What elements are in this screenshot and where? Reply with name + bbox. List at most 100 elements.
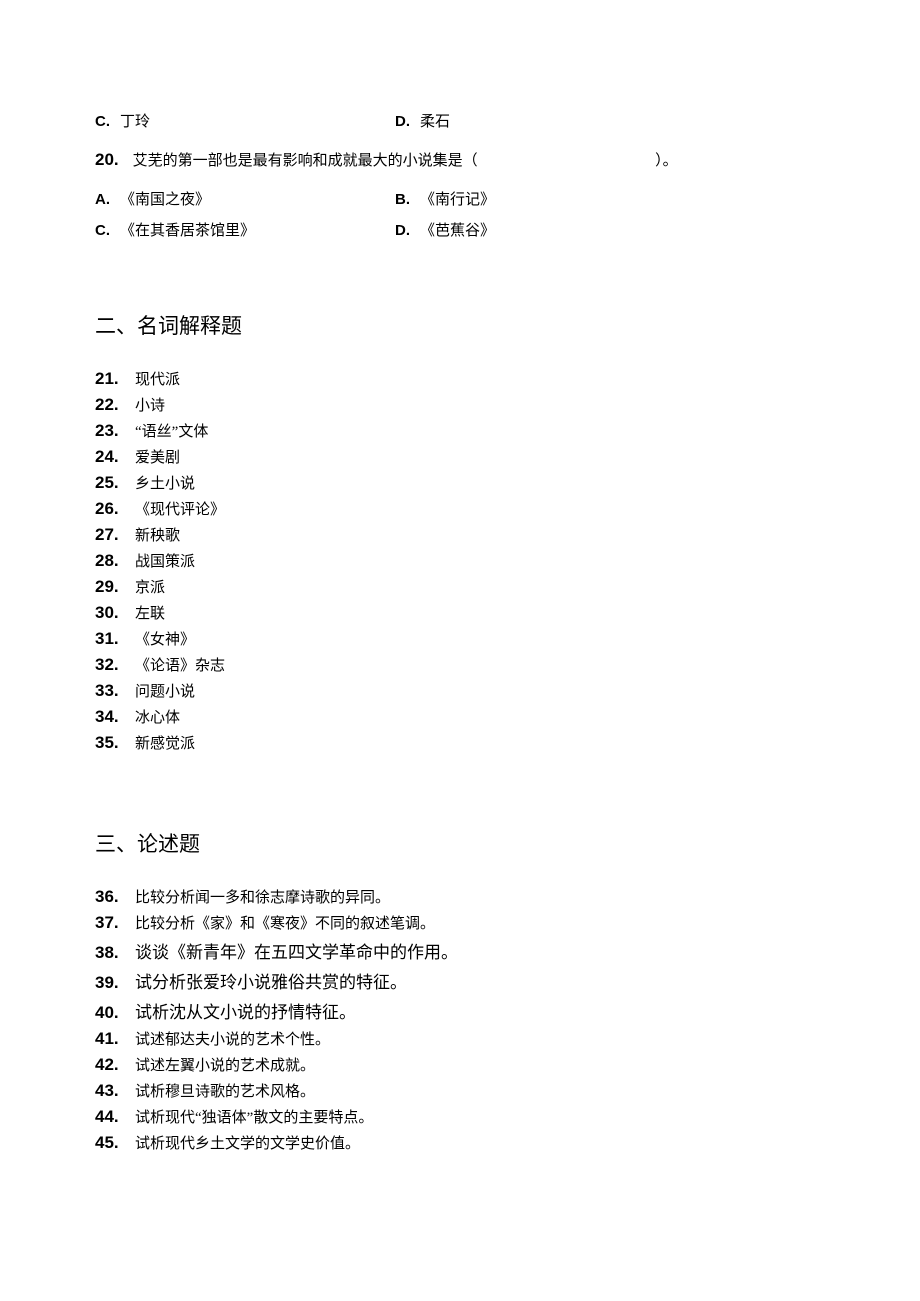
section-3-title: 三、论述题 — [95, 828, 825, 858]
item-number: 32. — [95, 655, 123, 675]
q19-choices-cd: C. 丁玲 D. 柔石 — [95, 110, 825, 131]
item-text: 冰心体 — [135, 706, 180, 727]
list-item: 22. 小诗 — [95, 394, 825, 415]
item-text: 试析现代乡土文学的文学史价值。 — [135, 1132, 360, 1153]
list-item: 27. 新秧歌 — [95, 524, 825, 545]
item-number: 41. — [95, 1029, 123, 1049]
choice-c: C. 丁玲 — [95, 110, 395, 131]
list-item: 33. 问题小说 — [95, 680, 825, 701]
choice-text: 《在其香居茶馆里》 — [120, 219, 255, 240]
list-item: 29. 京派 — [95, 576, 825, 597]
item-text: 《现代评论》 — [135, 498, 225, 519]
q20-choices: A. 《南国之夜》 B. 《南行记》 C. 《在其香居茶馆里》 D. 《芭蕉谷》 — [95, 188, 825, 240]
q20-choices-ab: A. 《南国之夜》 B. 《南行记》 — [95, 188, 825, 209]
item-number: 33. — [95, 681, 123, 701]
item-text: 问题小说 — [135, 680, 195, 701]
item-text: 试析现代“独语体”散文的主要特点。 — [135, 1106, 373, 1127]
choice-letter: D. — [395, 113, 410, 130]
choice-a: A. 《南国之夜》 — [95, 188, 395, 209]
choice-d: D. 柔石 — [395, 110, 450, 131]
section-2-title: 二、名词解释题 — [95, 310, 825, 340]
item-number: 28. — [95, 551, 123, 571]
list-item: 30. 左联 — [95, 602, 825, 623]
item-number: 25. — [95, 473, 123, 493]
item-text: 《女神》 — [135, 628, 195, 649]
list-item: 39. 试分析张爱玲小说雅俗共赏的特征。 — [95, 968, 825, 993]
item-number: 26. — [95, 499, 123, 519]
item-number: 43. — [95, 1081, 123, 1101]
item-text: 京派 — [135, 576, 165, 597]
choice-text: 柔石 — [420, 110, 450, 131]
list-item: 43. 试析穆旦诗歌的艺术风格。 — [95, 1080, 825, 1101]
choice-c: C. 《在其香居茶馆里》 — [95, 219, 395, 240]
item-number: 35. — [95, 733, 123, 753]
question-stem: 艾芜的第一部也是最有影响和成就最大的小说集是（ ）。 — [133, 149, 678, 170]
item-number: 31. — [95, 629, 123, 649]
item-text: 现代派 — [135, 368, 180, 389]
list-item: 24. 爱美剧 — [95, 446, 825, 467]
list-item: 42. 试述左翼小说的艺术成就。 — [95, 1054, 825, 1075]
choice-b: B. 《南行记》 — [395, 188, 495, 209]
item-text: 战国策派 — [135, 550, 195, 571]
item-number: 42. — [95, 1055, 123, 1075]
item-number: 22. — [95, 395, 123, 415]
item-text: 爱美剧 — [135, 446, 180, 467]
list-item: 25. 乡土小说 — [95, 472, 825, 493]
list-item: 44. 试析现代“独语体”散文的主要特点。 — [95, 1106, 825, 1127]
item-number: 38. — [95, 943, 123, 963]
choice-letter: B. — [395, 191, 410, 208]
list-item: 40. 试析沈从文小说的抒情特征。 — [95, 998, 825, 1023]
list-item: 37. 比较分析《家》和《寒夜》不同的叙述笔调。 — [95, 912, 825, 933]
list-item: 45. 试析现代乡土文学的文学史价值。 — [95, 1132, 825, 1153]
list-item: 38. 谈谈《新青年》在五四文学革命中的作用。 — [95, 938, 825, 963]
item-number: 45. — [95, 1133, 123, 1153]
list-item: 32. 《论语》杂志 — [95, 654, 825, 675]
item-text: 试析沈从文小说的抒情特征。 — [135, 998, 356, 1023]
item-number: 37. — [95, 913, 123, 933]
item-number: 30. — [95, 603, 123, 623]
list-item: 26. 《现代评论》 — [95, 498, 825, 519]
item-text: 谈谈《新青年》在五四文学革命中的作用。 — [135, 938, 458, 963]
choice-letter: C. — [95, 222, 110, 239]
item-number: 21. — [95, 369, 123, 389]
item-text: 试分析张爱玲小说雅俗共赏的特征。 — [135, 968, 407, 993]
item-text: 比较分析《家》和《寒夜》不同的叙述笔调。 — [135, 912, 435, 933]
section-3-list: 36.比较分析闻一多和徐志摩诗歌的异同。 37. 比较分析《家》和《寒夜》不同的叙述… — [95, 886, 825, 1153]
list-item: 41. 试述郁达夫小说的艺术个性。 — [95, 1028, 825, 1049]
item-number: 39. — [95, 973, 123, 993]
choice-letter: C. — [95, 113, 110, 130]
list-item: 21. 现代派 — [95, 368, 825, 389]
q20-choices-cd: C. 《在其香居茶馆里》 D. 《芭蕉谷》 — [95, 219, 825, 240]
item-text: 试析穆旦诗歌的艺术风格。 — [135, 1080, 315, 1101]
item-number: 24. — [95, 447, 123, 467]
item-number: 40. — [95, 1003, 123, 1023]
choice-d: D. 《芭蕉谷》 — [395, 219, 495, 240]
item-text: 小诗 — [135, 394, 165, 415]
item-text: 试述郁达夫小说的艺术个性。 — [135, 1028, 330, 1049]
question-number: 20. — [95, 150, 119, 170]
choice-letter: A. — [95, 191, 110, 208]
item-text: 左联 — [135, 602, 165, 623]
list-item: 36.比较分析闻一多和徐志摩诗歌的异同。 — [95, 886, 825, 907]
choice-text: 《南国之夜》 — [120, 188, 210, 209]
item-text: 新秧歌 — [135, 524, 180, 545]
question-20: 20. 艾芜的第一部也是最有影响和成就最大的小说集是（ ）。 — [95, 149, 825, 170]
item-text: 试述左翼小说的艺术成就。 — [135, 1054, 315, 1075]
item-number: 29. — [95, 577, 123, 597]
item-text: 《论语》杂志 — [135, 654, 225, 675]
item-text: “语丝”文体 — [135, 420, 208, 441]
item-number: 34. — [95, 707, 123, 727]
list-item: 23. “语丝”文体 — [95, 420, 825, 441]
item-number: 23. — [95, 421, 123, 441]
item-text: 新感觉派 — [135, 732, 195, 753]
list-item: 31. 《女神》 — [95, 628, 825, 649]
item-number: 27. — [95, 525, 123, 545]
item-number: 44. — [95, 1107, 123, 1127]
list-item: 28. 战国策派 — [95, 550, 825, 571]
item-text: 乡土小说 — [135, 472, 195, 493]
choice-letter: D. — [395, 222, 410, 239]
choice-text: 《芭蕉谷》 — [420, 219, 495, 240]
stem-text: 艾芜的第一部也是最有影响和成就最大的小说集是（ — [133, 149, 478, 170]
blank-closing: ）。 — [478, 149, 678, 170]
list-item: 34. 冰心体 — [95, 706, 825, 727]
